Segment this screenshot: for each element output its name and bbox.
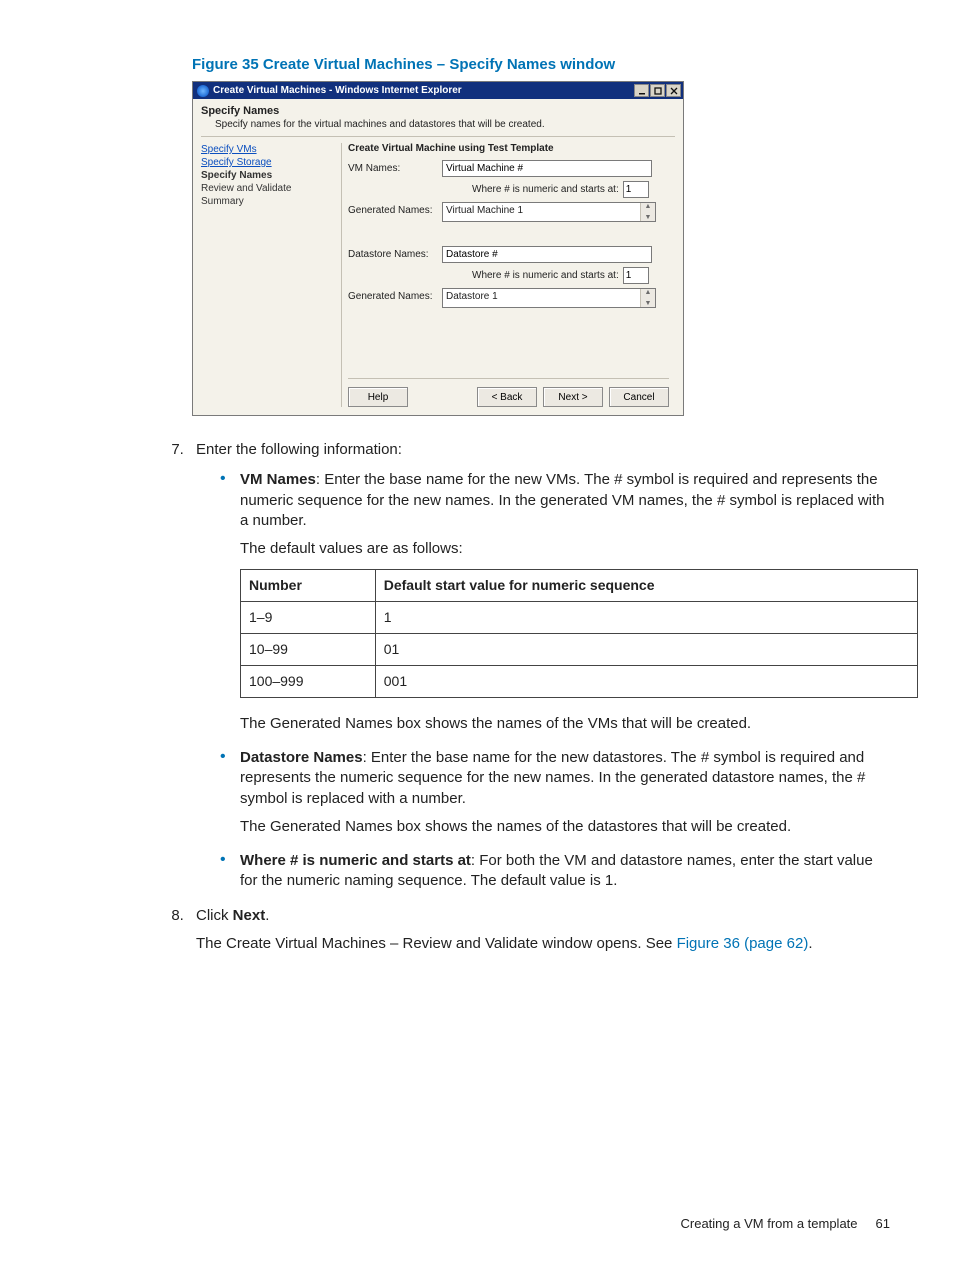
cancel-button[interactable]: Cancel bbox=[609, 387, 669, 407]
dialog-window: Create Virtual Machines - Windows Intern… bbox=[192, 81, 684, 416]
table-cell-value: 1 bbox=[375, 602, 917, 634]
close-icon[interactable] bbox=[666, 84, 681, 97]
ds-names-lead: Datastore Names bbox=[240, 749, 363, 766]
step-8-period: . bbox=[265, 907, 269, 924]
step-7: Enter the following information: VM Name… bbox=[188, 440, 890, 892]
table-cell-number: 10–99 bbox=[241, 634, 376, 666]
maximize-icon[interactable] bbox=[650, 84, 665, 97]
ds-generated-box: Datastore 1 ▲▼ bbox=[442, 288, 656, 308]
ie-icon bbox=[197, 85, 209, 97]
footer-page-number: 61 bbox=[876, 1216, 890, 1231]
vm-names-label: VM Names: bbox=[348, 160, 436, 174]
page-footer: Creating a VM from a template 61 bbox=[681, 1216, 891, 1231]
vm-names-text: : Enter the base name for the new VMs. T… bbox=[240, 471, 885, 529]
dialog-title: Create Virtual Machines - Windows Intern… bbox=[213, 85, 462, 96]
ds-names-input[interactable] bbox=[442, 246, 652, 263]
vm-names-input[interactable] bbox=[442, 160, 652, 177]
step-8-next-bold: Next bbox=[233, 907, 266, 924]
vm-generated-label: Generated Names: bbox=[348, 202, 436, 216]
step-8: Click Next. The Create Virtual Machines … bbox=[188, 906, 890, 955]
nav-specify-vms[interactable]: Specify VMs bbox=[201, 143, 341, 156]
help-button[interactable]: Help bbox=[348, 387, 408, 407]
table-row: 10–99 01 bbox=[241, 634, 918, 666]
table-cell-value: 001 bbox=[375, 665, 917, 697]
defaults-table: Number Default start value for numeric s… bbox=[240, 569, 918, 698]
dialog-section-description: Specify names for the virtual machines a… bbox=[215, 119, 675, 130]
ds-names-label: Datastore Names: bbox=[348, 246, 436, 260]
minimize-icon[interactable] bbox=[634, 84, 649, 97]
table-row: 1–9 1 bbox=[241, 602, 918, 634]
scrollbar-icon[interactable]: ▲▼ bbox=[640, 289, 655, 307]
nav-specify-names: Specify Names bbox=[201, 169, 341, 182]
vm-starts-at-label: Where # is numeric and starts at: bbox=[472, 184, 619, 195]
step-8-result-pre: The Create Virtual Machines – Review and… bbox=[196, 935, 677, 952]
generated-vm-text: The Generated Names box shows the names … bbox=[240, 714, 890, 734]
figure-caption: Figure 35 Create Virtual Machines – Spec… bbox=[192, 56, 890, 73]
bullet-starts-at: Where # is numeric and starts at: For bo… bbox=[228, 851, 890, 892]
vm-starts-at-input[interactable] bbox=[623, 181, 649, 198]
table-header-default: Default start value for numeric sequence bbox=[375, 570, 917, 602]
vm-names-lead: VM Names bbox=[240, 471, 316, 488]
vm-generated-box: Virtual Machine 1 ▲▼ bbox=[442, 202, 656, 222]
figure-36-link[interactable]: Figure 36 (page 62) bbox=[677, 935, 809, 952]
bullet-ds-names: Datastore Names: Enter the base name for… bbox=[228, 748, 890, 837]
nav-specify-storage[interactable]: Specify Storage bbox=[201, 156, 341, 169]
ds-starts-at-input[interactable] bbox=[623, 267, 649, 284]
bullet-vm-names: VM Names: Enter the base name for the ne… bbox=[228, 470, 890, 734]
generated-ds-text: The Generated Names box shows the names … bbox=[240, 817, 890, 837]
starts-at-lead: Where # is numeric and starts at bbox=[240, 852, 471, 869]
nav-review-validate: Review and Validate bbox=[201, 182, 341, 195]
step-8-click: Click bbox=[196, 907, 233, 924]
dialog-titlebar: Create Virtual Machines - Windows Intern… bbox=[193, 82, 683, 99]
table-cell-value: 01 bbox=[375, 634, 917, 666]
footer-text: Creating a VM from a template bbox=[681, 1216, 858, 1231]
ds-generated-label: Generated Names: bbox=[348, 288, 436, 302]
vm-generated-value: Virtual Machine 1 bbox=[446, 205, 523, 216]
scrollbar-icon[interactable]: ▲▼ bbox=[640, 203, 655, 221]
table-header-row: Number Default start value for numeric s… bbox=[241, 570, 918, 602]
dialog-section-title: Specify Names bbox=[201, 105, 675, 117]
table-cell-number: 100–999 bbox=[241, 665, 376, 697]
step-8-result-post: . bbox=[808, 935, 812, 952]
panel-heading: Create Virtual Machine using Test Templa… bbox=[348, 143, 669, 154]
step-7-intro: Enter the following information: bbox=[196, 441, 402, 458]
ds-starts-at-label: Where # is numeric and starts at: bbox=[472, 270, 619, 281]
nav-summary: Summary bbox=[201, 195, 341, 208]
back-button[interactable]: < Back bbox=[477, 387, 537, 407]
wizard-sidebar: Specify VMs Specify Storage Specify Name… bbox=[201, 143, 341, 407]
table-cell-number: 1–9 bbox=[241, 602, 376, 634]
next-button[interactable]: Next > bbox=[543, 387, 603, 407]
table-header-number: Number bbox=[241, 570, 376, 602]
default-values-text: The default values are as follows: bbox=[240, 539, 890, 559]
table-row: 100–999 001 bbox=[241, 665, 918, 697]
ds-generated-value: Datastore 1 bbox=[446, 291, 498, 302]
